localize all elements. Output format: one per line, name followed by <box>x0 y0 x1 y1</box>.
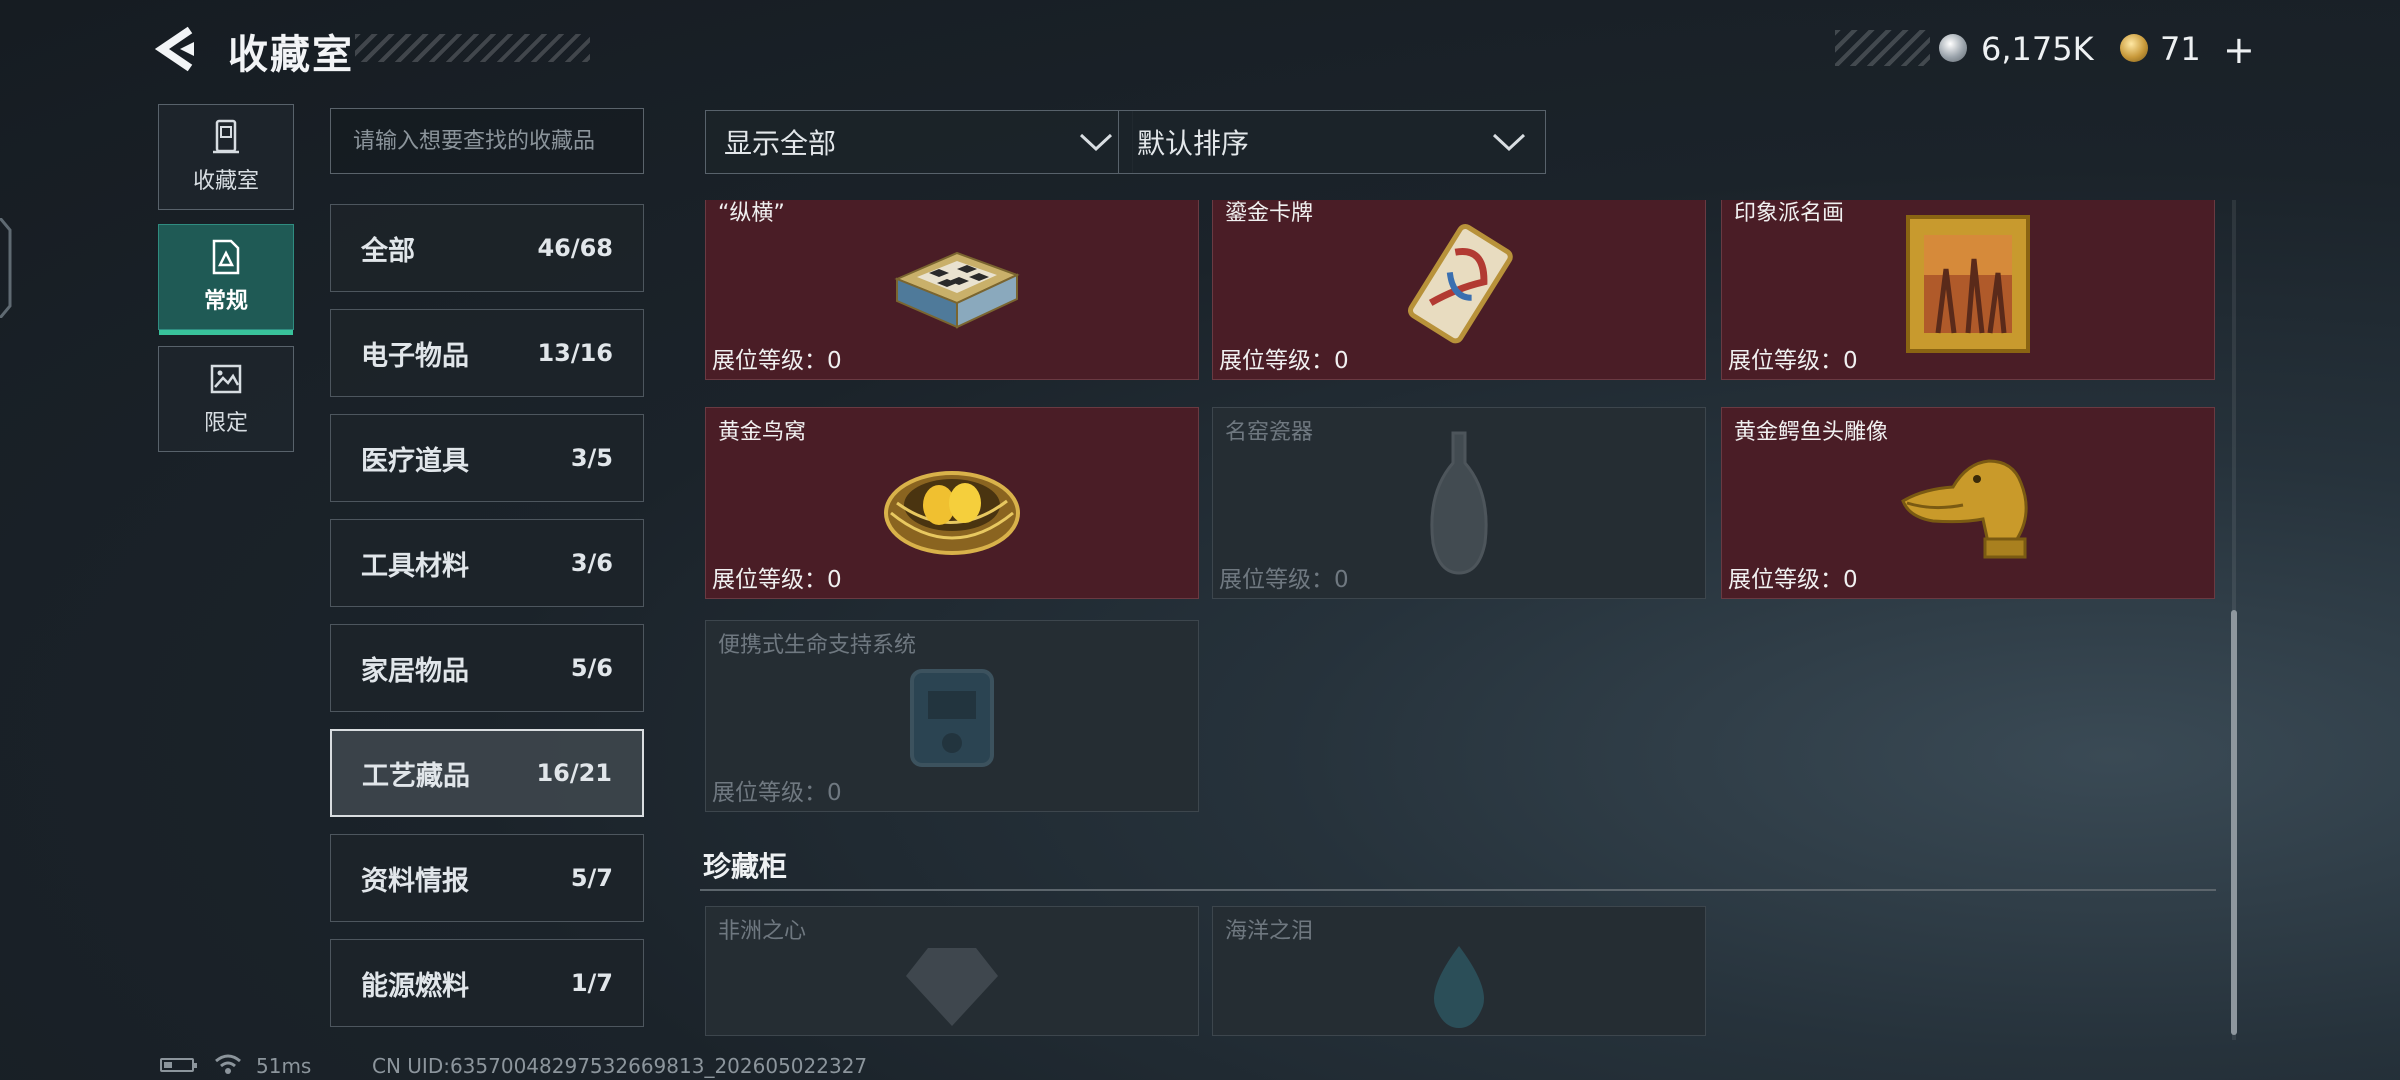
ocean-tear-icon <box>1434 946 1484 1029</box>
category-energy[interactable]: 能源燃料 1/7 <box>330 939 644 1027</box>
category-name: 医疗道具 <box>361 445 469 477</box>
heart-of-africa-icon <box>906 948 998 1027</box>
life-support-icon <box>910 669 994 767</box>
collection-card[interactable]: “纵横” 展位等级：0 <box>705 200 1199 380</box>
treasure-card-locked[interactable]: 非洲之心 <box>705 906 1199 1036</box>
ping-value: 51ms <box>256 1054 312 1078</box>
display-level: 展位等级：0 <box>1219 567 1349 593</box>
item-name: “纵横” <box>718 201 785 226</box>
collection-card-locked[interactable]: 名窑瓷器 展位等级：0 <box>1212 407 1706 599</box>
display-level: 展位等级：0 <box>712 567 842 593</box>
category-intel[interactable]: 资料情报 5/7 <box>330 834 644 922</box>
category-name: 家居物品 <box>361 655 469 687</box>
category-count: 16/21 <box>536 759 612 787</box>
section-divider <box>700 889 2216 891</box>
display-level: 展位等级：0 <box>1728 567 1858 593</box>
scrollbar-thumb[interactable] <box>2231 610 2237 1035</box>
category-count: 1/7 <box>570 969 613 997</box>
chevron-down-icon <box>1079 133 1113 152</box>
edge-handle <box>0 218 12 318</box>
limited-image-icon <box>210 364 242 394</box>
currency-decoration <box>1835 30 1930 66</box>
category-name: 能源燃料 <box>361 970 469 1002</box>
treasure-card-locked[interactable]: 海洋之泪 <box>1212 906 1706 1036</box>
category-household[interactable]: 家居物品 5/6 <box>330 624 644 712</box>
silver-coin-icon <box>1939 34 1967 62</box>
framed-painting-icon <box>1906 215 2030 353</box>
category-name: 资料情报 <box>361 865 469 897</box>
gold-amount: 71 <box>2160 30 2201 68</box>
category-count: 3/6 <box>570 549 613 577</box>
category-count: 5/6 <box>570 654 613 682</box>
display-level: 展位等级：0 <box>712 780 842 806</box>
category-count: 13/16 <box>537 339 613 367</box>
item-name: 名窑瓷器 <box>1225 420 1314 445</box>
item-name: 印象派名画 <box>1734 201 1845 226</box>
back-button[interactable] <box>150 24 210 74</box>
wifi-icon <box>215 1054 241 1074</box>
side-tab-regular[interactable]: 常规 <box>158 224 294 335</box>
category-name: 电子物品 <box>361 340 469 372</box>
display-filter-dropdown[interactable]: 显示全部 <box>705 110 1133 174</box>
category-electronics[interactable]: 电子物品 13/16 <box>330 309 644 397</box>
side-tab-limited[interactable]: 限定 <box>158 346 294 452</box>
category-crafts[interactable]: 工艺藏品 16/21 <box>330 729 644 817</box>
item-name: 鎏金卡牌 <box>1225 201 1314 226</box>
category-count: 46/68 <box>537 234 613 262</box>
category-name: 全部 <box>361 235 415 267</box>
sort-dropdown[interactable]: 默认排序 <box>1118 110 1546 174</box>
gilded-card-icon <box>1407 223 1513 344</box>
category-count: 3/5 <box>570 444 613 472</box>
gold-crocodile-statue-icon <box>1901 459 2028 559</box>
display-level: 展位等级：0 <box>1728 348 1858 374</box>
collection-room-icon <box>213 119 239 154</box>
gold-coin-icon <box>2120 34 2148 62</box>
back-arrow-icon <box>154 26 194 72</box>
display-level: 展位等级：0 <box>712 348 842 374</box>
side-tab-label: 常规 <box>203 289 248 314</box>
item-name: 黄金鸟窝 <box>718 420 807 445</box>
silver-amount: 6,175K <box>1981 30 2094 68</box>
category-name: 工艺藏品 <box>362 760 470 792</box>
search-input[interactable] <box>330 108 644 174</box>
collection-card-locked[interactable]: 便携式生命支持系统 展位等级：0 <box>705 620 1199 812</box>
category-count: 5/7 <box>570 864 613 892</box>
side-tab-collection-room[interactable]: 收藏室 <box>158 104 294 210</box>
category-name: 工具材料 <box>361 550 469 582</box>
chevron-down-icon <box>1492 133 1526 152</box>
uid-text: CN UID:6357004829753266981​3_20260502232… <box>372 1054 868 1078</box>
item-name: 海洋之泪 <box>1225 919 1314 944</box>
chess-box-icon <box>894 251 1020 329</box>
category-all[interactable]: 全部 46/68 <box>330 204 644 292</box>
collection-card[interactable]: 鎏金卡牌 展位等级：0 <box>1212 200 1706 380</box>
regular-document-icon <box>212 239 240 275</box>
page-title: 收藏室 <box>228 32 354 78</box>
porcelain-vase-icon <box>1430 431 1488 575</box>
dropdown-value: 默认排序 <box>1137 127 1250 160</box>
golden-nest-icon <box>884 471 1020 555</box>
side-tab-label: 限定 <box>203 411 248 436</box>
item-name: 黄金鳄鱼头雕像 <box>1734 420 1889 445</box>
display-level: 展位等级：0 <box>1219 348 1349 374</box>
side-tab-label: 收藏室 <box>192 169 259 194</box>
category-medical[interactable]: 医疗道具 3/5 <box>330 414 644 502</box>
item-name: 非洲之心 <box>718 919 807 944</box>
treasure-cabinet-title: 珍藏柜 <box>703 850 788 883</box>
collection-card[interactable]: 黄金鳄鱼头雕像 展位等级：0 <box>1721 407 2215 599</box>
add-currency-button[interactable]: + <box>2223 28 2255 72</box>
title-decoration <box>355 34 590 62</box>
collection-card[interactable]: 黄金鸟窝 展位等级：0 <box>705 407 1199 599</box>
currency-bar: 6,175K 71 + <box>1835 28 2255 72</box>
category-tools[interactable]: 工具材料 3/6 <box>330 519 644 607</box>
collection-card[interactable]: 印象派名画 展位等级：0 <box>1721 200 2215 380</box>
battery-icon <box>160 1058 197 1072</box>
collection-grid[interactable]: “纵横” 展位等级：0 鎏金卡牌 展位等级：0 印象派名画 展位等级：0 黄金鸟… <box>700 200 2218 1040</box>
dropdown-value: 显示全部 <box>724 127 837 160</box>
